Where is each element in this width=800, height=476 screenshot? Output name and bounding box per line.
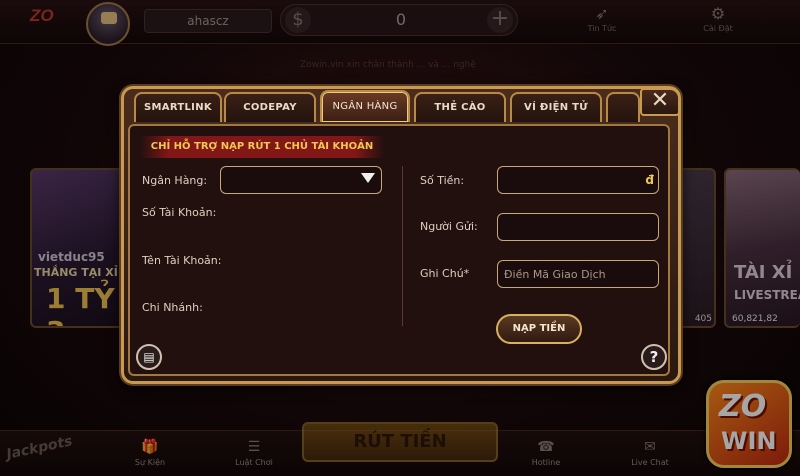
column-divider bbox=[402, 166, 403, 326]
tab-codepay[interactable]: CODEPAY bbox=[224, 92, 316, 122]
tab-more[interactable] bbox=[606, 92, 640, 122]
tab-smartlink[interactable]: SMARTLINK bbox=[134, 92, 222, 122]
deposit-submit-button[interactable]: NẠP TIỀN bbox=[496, 314, 582, 344]
currency-symbol: đ bbox=[645, 173, 654, 187]
account-name-label: Tên Tài Khoản: bbox=[142, 254, 222, 267]
sender-label: Người Gửi: bbox=[420, 220, 478, 233]
bank-label: Ngân Hàng: bbox=[142, 174, 208, 187]
close-button[interactable]: ✕ bbox=[640, 88, 680, 116]
bank-select[interactable] bbox=[220, 166, 382, 194]
tab-card[interactable]: THẺ CÀO bbox=[414, 92, 506, 122]
deposit-form-panel bbox=[128, 124, 670, 376]
history-button[interactable]: ▤ bbox=[136, 344, 162, 370]
tab-bank[interactable]: NGÂN HÀNG bbox=[320, 90, 410, 122]
chevron-down-icon bbox=[361, 173, 375, 183]
history-icon: ▤ bbox=[143, 350, 155, 364]
note-label: Ghi Chú* bbox=[420, 267, 470, 280]
branch-label: Chi Nhánh: bbox=[142, 301, 203, 314]
help-icon: ? bbox=[649, 348, 659, 366]
amount-label: Số Tiền: bbox=[420, 174, 465, 187]
sender-field[interactable] bbox=[497, 213, 659, 241]
help-button[interactable]: ? bbox=[641, 344, 667, 370]
amount-field[interactable]: đ bbox=[497, 166, 659, 194]
account-number-label: Số Tài Khoản: bbox=[142, 206, 217, 219]
notice-banner: CHỈ HỖ TRỢ NẠP RÚT 1 CHỦ TÀI KHOẢN bbox=[140, 136, 384, 158]
tab-e-wallet[interactable]: VÍ ĐIỆN TỬ bbox=[510, 92, 602, 122]
note-field[interactable] bbox=[497, 260, 659, 288]
close-icon: ✕ bbox=[650, 88, 670, 113]
